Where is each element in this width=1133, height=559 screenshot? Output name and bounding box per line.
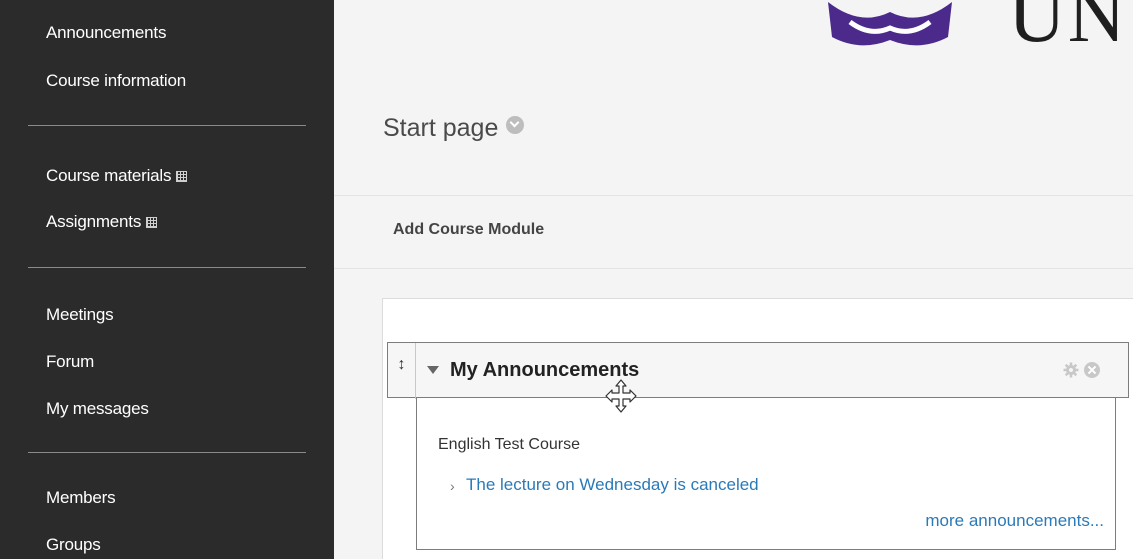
sidebar-item-label: Course materials xyxy=(46,166,172,185)
sidebar-item-label: Members xyxy=(46,488,116,507)
toolbar: Add Course Module xyxy=(334,195,1133,269)
sidebar-item-course-materials[interactable]: Course materials xyxy=(46,166,188,186)
sidebar-item-forum[interactable]: Forum xyxy=(46,352,94,372)
sidebar-item-course-information[interactable]: Course information xyxy=(46,71,186,91)
gear-icon[interactable] xyxy=(1063,362,1079,378)
content-grid-icon xyxy=(146,217,158,228)
sidebar-item-meetings[interactable]: Meetings xyxy=(46,305,114,325)
app-window: Announcements Course information Course … xyxy=(0,0,1133,559)
announcement-link[interactable]: The lecture on Wednesday is canceled xyxy=(466,475,759,495)
sidebar-item-members[interactable]: Members xyxy=(46,488,116,508)
sidebar-item-label: Announcements xyxy=(46,23,167,42)
module-header[interactable]: ↕ My Announcements xyxy=(387,342,1129,399)
sidebar-item-label: Groups xyxy=(46,535,101,554)
sidebar-item-label: Forum xyxy=(46,352,95,371)
logo-emblem-icon xyxy=(828,2,952,46)
logo-text: UN xyxy=(1008,0,1128,59)
sidebar-item-my-messages[interactable]: My messages xyxy=(46,399,149,419)
university-logo: UN xyxy=(334,0,1133,60)
more-announcements-link[interactable]: more announcements... xyxy=(925,511,1104,531)
chevron-down-icon[interactable] xyxy=(506,116,525,134)
sidebar-item-groups[interactable]: Groups xyxy=(46,535,101,555)
drag-handle-icon[interactable]: ↕ xyxy=(388,343,416,399)
collapse-triangle-icon[interactable] xyxy=(427,366,439,374)
content-grid-icon xyxy=(176,171,188,182)
sidebar-item-label: Course information xyxy=(46,71,187,90)
sidebar-item-label: My messages xyxy=(46,399,149,418)
add-course-module-button[interactable]: Add Course Module xyxy=(393,221,544,239)
page-title-text: Start page xyxy=(383,114,499,142)
sidebar-divider xyxy=(28,125,306,126)
close-icon[interactable] xyxy=(1084,362,1100,378)
sidebar-item-announcements[interactable]: Announcements xyxy=(46,23,166,43)
sidebar-item-label: Meetings xyxy=(46,305,114,324)
module-body: English Test Course › The lecture on Wed… xyxy=(416,397,1116,550)
sidebar-divider xyxy=(28,267,306,268)
sidebar-item-label: Assignments xyxy=(46,212,142,231)
chevron-right-icon: › xyxy=(450,478,455,494)
course-sidebar: Announcements Course information Course … xyxy=(0,0,334,559)
course-name: English Test Course xyxy=(438,436,580,453)
page-title: Start page xyxy=(383,114,525,143)
sidebar-divider xyxy=(28,452,306,453)
sidebar-item-assignments[interactable]: Assignments xyxy=(46,212,158,232)
move-cursor-icon xyxy=(605,379,637,413)
